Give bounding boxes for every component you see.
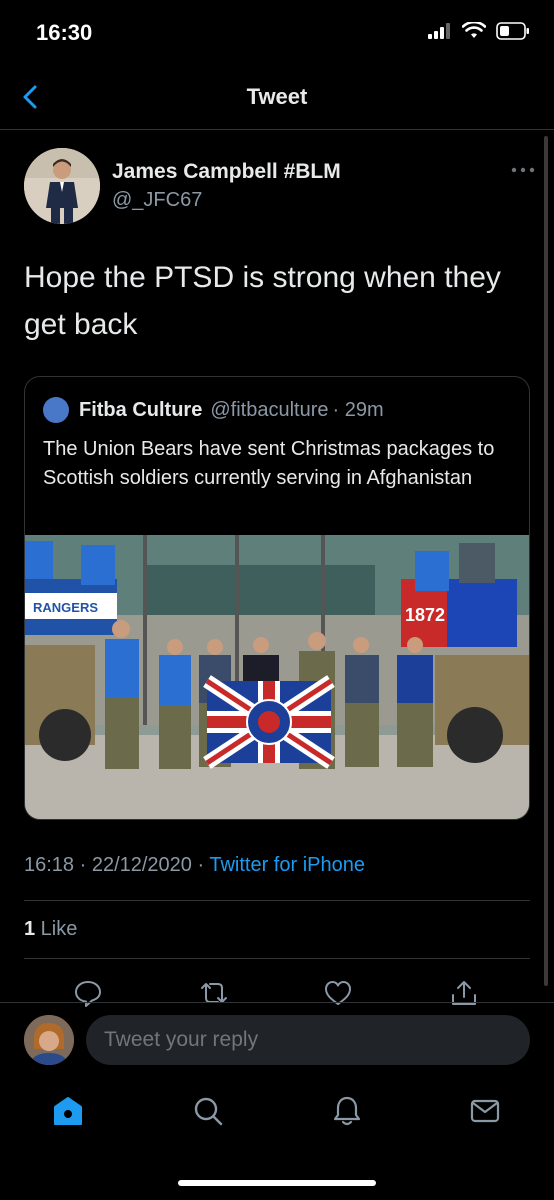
- bell-icon[interactable]: [330, 1094, 364, 1128]
- status-time: 16:30: [36, 20, 93, 45]
- quoted-tweet-text: The Union Bears have sent Christmas pack…: [43, 438, 495, 489]
- more-dots-icon[interactable]: [510, 166, 536, 174]
- quoted-avatar: [43, 397, 69, 423]
- search-icon[interactable]: [191, 1094, 225, 1128]
- quoted-tweet-image[interactable]: RANGERS 1872: [25, 535, 529, 819]
- quoted-tweet[interactable]: Fitba Culture @fitbaculture · 29m The Un…: [24, 376, 530, 820]
- current-user-avatar[interactable]: [24, 1015, 74, 1065]
- like-label: Like: [35, 918, 78, 940]
- author-name[interactable]: James Campbell #BLM: [112, 160, 341, 184]
- avatar[interactable]: [24, 148, 100, 224]
- tweet-meta: 16:18 · 22/12/2020 · Twitter for iPhone: [24, 854, 365, 877]
- quoted-author-name: Fitba Culture: [79, 398, 203, 421]
- quoted-author-handle: @fitbaculture: [210, 398, 329, 421]
- scrollbar[interactable]: [544, 136, 548, 986]
- divider: [24, 900, 530, 901]
- status-icons: [428, 22, 530, 40]
- page-title: Tweet: [246, 84, 308, 109]
- image-flag-text: 1872: [405, 605, 445, 625]
- home-indicator: [178, 1180, 376, 1186]
- mail-icon[interactable]: [468, 1094, 502, 1128]
- tab-bar: [0, 1076, 554, 1156]
- quoted-tweet-header: Fitba Culture @fitbaculture · 29m: [43, 397, 384, 423]
- tweet-source-link[interactable]: Twitter for iPhone: [209, 854, 365, 876]
- tweet-timestamp: 16:18 · 22/12/2020 ·: [24, 854, 210, 876]
- reply-input[interactable]: [86, 1015, 530, 1065]
- nav-bar: Tweet: [0, 68, 554, 130]
- image-banner-text: RANGERS: [33, 600, 98, 615]
- like-count-row[interactable]: 1 Like: [24, 918, 77, 941]
- home-icon[interactable]: [51, 1094, 85, 1128]
- signal-icon: [428, 23, 450, 39]
- like-count: 1: [24, 918, 36, 940]
- divider: [24, 958, 530, 959]
- status-bar: 16:30: [0, 0, 554, 68]
- reply-bar: [0, 1002, 554, 1076]
- battery-icon: [496, 22, 529, 40]
- quoted-time-ago: · 29m: [332, 398, 384, 421]
- author-handle[interactable]: @_JFC67: [112, 189, 202, 212]
- wifi-icon: [462, 22, 486, 38]
- tweet-text: Hope the PTSD is strong when they get ba…: [24, 261, 501, 341]
